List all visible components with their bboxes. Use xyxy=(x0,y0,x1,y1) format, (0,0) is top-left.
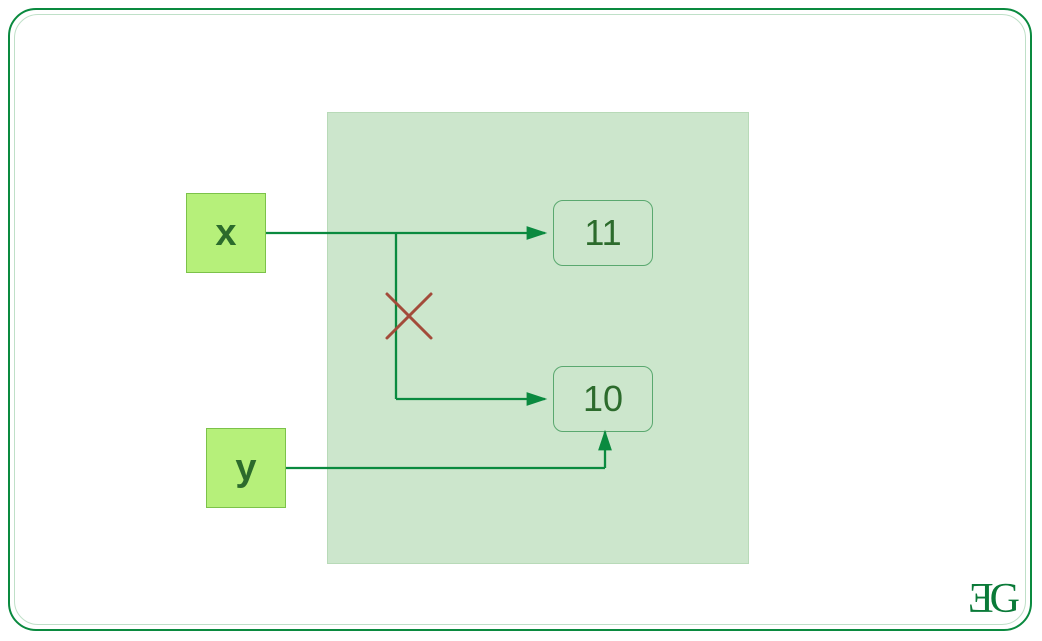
variable-x-box: x xyxy=(186,193,266,273)
variable-y-label: y xyxy=(235,447,256,490)
value-second: 10 xyxy=(583,378,623,420)
memory-region xyxy=(327,112,749,564)
variable-x-label: x xyxy=(215,212,236,255)
value-box-first: 11 xyxy=(553,200,653,266)
variable-y-box: y xyxy=(206,428,286,508)
value-box-second: 10 xyxy=(553,366,653,432)
value-first: 11 xyxy=(584,212,621,254)
gfg-logo: ƎG xyxy=(968,575,1016,623)
logo-text: ƎG xyxy=(968,576,1016,622)
